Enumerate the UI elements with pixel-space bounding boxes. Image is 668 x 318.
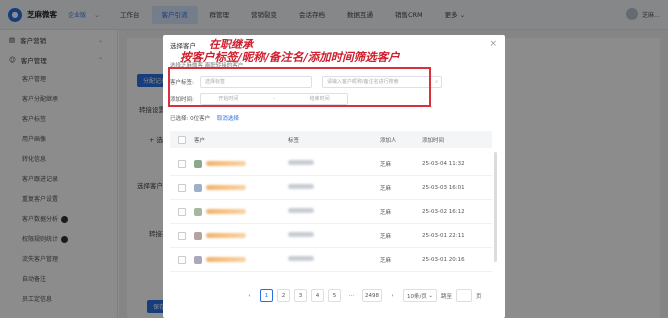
customer-name-blurred [206,161,246,166]
table-scrollbar[interactable] [494,152,497,262]
adder-cell: 芝麻 [380,257,392,264]
page-button[interactable]: 1 [260,289,273,302]
tag-blurred [288,208,314,213]
cancel-selection-link[interactable]: 取消选择 [217,116,239,122]
annotation-highlight-box [168,67,431,107]
prev-page-button[interactable]: ‹ [243,289,256,302]
adder-cell: 芝麻 [380,233,392,240]
avatar [194,231,202,240]
adder-cell: 芝麻 [380,209,392,216]
table-row[interactable]: 芝麻 25-03-03 16:01 [170,176,492,200]
page-button[interactable]: 5 [328,289,341,302]
row-checkbox[interactable] [178,231,186,240]
search-icon[interactable]: ⌕ [435,77,438,87]
row-checkbox[interactable] [178,183,186,192]
page-ellipsis[interactable]: ··· [345,289,358,302]
row-checkbox[interactable] [178,207,186,216]
tag-blurred [288,232,314,237]
annotation-subtitle: 按客户标签/昵称/备注名/添加时间筛选客户 [180,50,400,64]
customer-name-blurred [206,233,246,238]
table-row[interactable]: 芝麻 25-03-01 20:16 [170,248,492,272]
jump-label: 跳至 [441,293,453,300]
close-icon[interactable]: × [489,39,497,49]
table-row[interactable]: 芝麻 25-03-04 11:32 [170,152,492,176]
table-row[interactable]: 芝麻 25-03-02 16:12 [170,200,492,224]
pagination: ‹ 1 2 3 4 5 ··· 2498 › 10条/页 ⌄ 跳至 页 [243,289,482,302]
selected-count: 已选择: 0位客户 [170,116,211,122]
avatar [194,207,202,216]
customer-name-blurred [206,257,246,262]
customer-name-blurred [206,209,246,214]
selection-summary: 已选择: 0位客户 取消选择 [170,114,239,122]
avatar [194,183,202,192]
page-button[interactable]: 2 [277,289,290,302]
column-tag: 标签 [288,137,300,144]
column-customer: 客户 [194,137,206,144]
row-checkbox[interactable] [178,255,186,264]
tag-blurred [288,256,314,261]
time-cell: 25-03-02 16:12 [422,208,465,215]
page-size-select[interactable]: 10条/页 ⌄ [403,289,437,302]
page-button[interactable]: 3 [294,289,307,302]
table-row[interactable]: 芝麻 25-03-01 22:11 [170,224,492,248]
page-button[interactable]: 2498 [362,289,382,302]
tag-blurred [288,184,314,189]
table-header: 客户 标签 添加人 添加时间 [170,131,492,148]
select-all-checkbox[interactable] [178,135,186,144]
column-time: 添加时间 [422,137,445,144]
time-cell: 25-03-04 11:32 [422,160,465,167]
avatar [194,255,202,264]
next-page-button[interactable]: › [386,289,399,302]
page-size-value: 10条/页 [407,293,427,300]
avatar [194,159,202,168]
tag-blurred [288,160,314,165]
column-adder: 添加人 [380,137,397,144]
row-checkbox[interactable] [178,159,186,168]
chevron-down-icon: ⌄ [428,292,433,299]
adder-cell: 芝麻 [380,185,392,192]
jump-suffix: 页 [476,293,482,300]
time-cell: 25-03-01 22:11 [422,232,465,239]
jump-page-input[interactable] [456,289,473,302]
customer-name-blurred [206,185,246,190]
adder-cell: 芝麻 [380,161,392,168]
page-button[interactable]: 4 [311,289,324,302]
time-cell: 25-03-03 16:01 [422,184,465,191]
time-cell: 25-03-01 20:16 [422,256,465,263]
